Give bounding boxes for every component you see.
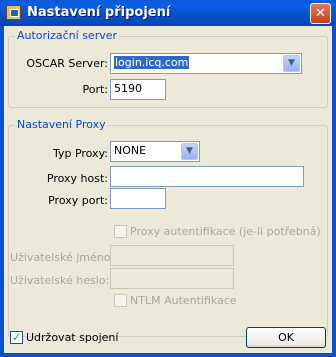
username-input[interactable] <box>110 245 234 266</box>
proxy-type-value: NONE <box>114 144 147 157</box>
chevron-down-icon[interactable]: ▼ <box>283 55 300 72</box>
dialog-body: Autorizační server OSCAR Server: login.i… <box>4 26 332 353</box>
ok-button[interactable]: OK <box>246 327 326 348</box>
proxy-port-input[interactable] <box>110 188 166 209</box>
network-settings-icon <box>6 5 21 20</box>
proxy-host-label: Proxy host: <box>46 172 108 185</box>
settings-dialog: Nastavení připojení ✕ Autorizační server… <box>0 0 336 357</box>
window-title: Nastavení připojení <box>27 5 171 20</box>
chevron-down-icon[interactable]: ▼ <box>181 143 198 160</box>
auth-server-legend: Autorizační server <box>15 29 120 42</box>
oscar-server-label: OSCAR Server: <box>26 57 108 70</box>
close-button[interactable]: ✕ <box>310 3 331 24</box>
port-input[interactable]: 5190 <box>110 79 166 100</box>
oscar-server-value: login.icq.com <box>114 56 190 69</box>
ntlm-checkbox[interactable] <box>114 294 127 307</box>
checkmark-icon: ✓ <box>11 331 22 344</box>
oscar-server-combo[interactable]: login.icq.com ▼ <box>110 53 302 74</box>
password-label: Uživatelské heslo: <box>10 274 110 287</box>
title-bar[interactable]: Nastavení připojení ✕ <box>0 0 336 26</box>
proxy-type-label: Typ Proxy: <box>52 147 108 160</box>
proxy-auth-checkbox[interactable] <box>114 225 127 238</box>
password-input[interactable] <box>110 268 234 289</box>
username-label: Uživatelské jméno: <box>10 251 115 264</box>
proxy-type-combo[interactable]: NONE ▼ <box>110 141 200 162</box>
proxy-host-input[interactable] <box>110 166 304 187</box>
port-label: Port: <box>82 83 108 96</box>
keep-connection-label: Udržovat spojení <box>26 331 119 344</box>
proxy-port-label: Proxy port: <box>48 194 108 207</box>
ntlm-label: NTLM Autentifikace <box>130 294 237 307</box>
proxy-settings-legend: Nastavení Proxy <box>15 118 108 131</box>
keep-connection-checkbox[interactable]: ✓ <box>10 331 23 344</box>
proxy-auth-label: Proxy autentifikace (je-li potřebná) <box>130 225 321 238</box>
